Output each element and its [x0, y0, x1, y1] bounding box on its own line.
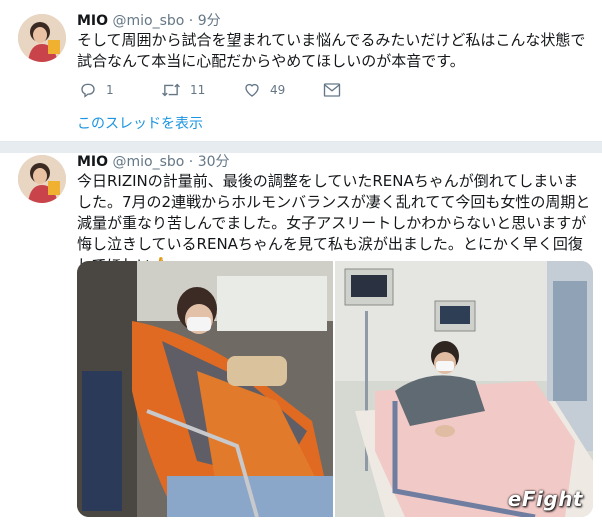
tweet-actions: 1 11 49 — [77, 80, 377, 100]
timestamp[interactable]: · 30分 — [189, 154, 230, 170]
tweet-media[interactable]: eFight — [77, 261, 593, 517]
tweet-header: MIO @mio_sbo · 9分 — [77, 10, 221, 30]
user-handle[interactable]: @mio_sbo — [113, 13, 185, 29]
tweet-text: そして周囲から試合を望まれていま悩んでるみたいだけど私はこんな状態で試合なんて本… — [77, 31, 586, 70]
avatar[interactable] — [18, 155, 66, 203]
reply-button[interactable]: 1 — [79, 80, 114, 100]
retweet-button[interactable]: 11 — [161, 80, 205, 100]
show-thread-link[interactable]: このスレッドを表示 — [77, 113, 203, 133]
photo-hospital[interactable] — [335, 261, 593, 517]
tweet-header: MIO @mio_sbo · 30分 — [77, 151, 230, 171]
reply-icon — [81, 83, 95, 98]
dm-icon — [323, 83, 341, 97]
avatar[interactable] — [18, 14, 66, 62]
timestamp[interactable]: · 9分 — [189, 13, 221, 29]
retweet-count: 11 — [190, 83, 206, 97]
dm-button[interactable] — [323, 80, 341, 100]
display-name[interactable]: MIO — [77, 13, 108, 29]
reply-count: 1 — [106, 83, 114, 97]
like-button[interactable]: 49 — [243, 80, 285, 100]
watermark-logo: eFight — [507, 487, 583, 511]
tweet-1[interactable]: MIO @mio_sbo · 9分 そして周囲から試合を望まれていま悩んでるみた… — [0, 0, 602, 142]
display-name[interactable]: MIO — [77, 154, 108, 170]
retweet-icon — [162, 83, 180, 97]
photo-ambulance[interactable] — [77, 261, 333, 517]
like-icon — [245, 83, 259, 97]
like-count: 49 — [270, 83, 286, 97]
user-handle[interactable]: @mio_sbo — [113, 154, 185, 170]
